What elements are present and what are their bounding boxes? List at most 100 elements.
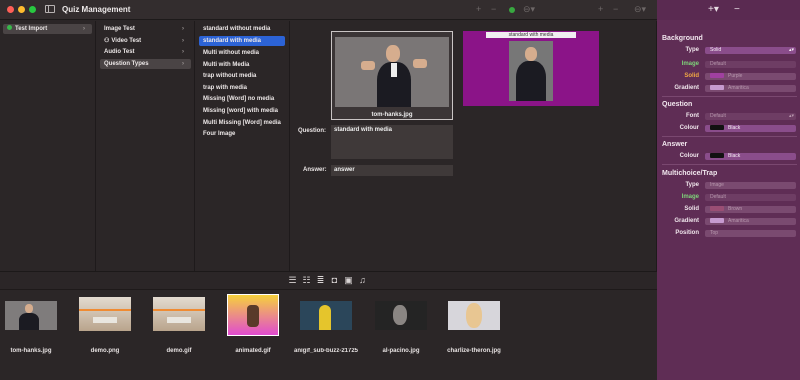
list-icon[interactable]: ☰ [287, 275, 298, 286]
media-caption: animated.gif [235, 348, 271, 354]
q-colour-swatch [710, 125, 724, 131]
media-caption: tom-hanks.jpg [10, 348, 52, 354]
hand-right [413, 59, 427, 68]
list-item-test-import[interactable]: Test Import › [3, 24, 92, 34]
bg-type-select[interactable]: Solid ▴▾ [705, 47, 796, 54]
bg-type-label: Type [685, 47, 699, 53]
video-icon: ⚇ [104, 38, 110, 44]
media-thumbnail-anigif[interactable] [300, 301, 352, 330]
m-gradient-swatch [710, 218, 724, 224]
title-bar: Quiz Management + − ⊖▾ + − ⊖▾ [0, 0, 657, 20]
rendered-question-title: standard with media [486, 32, 576, 38]
media-preview[interactable]: tom-hanks.jpg [331, 31, 453, 120]
chevron-right-icon: › [83, 26, 85, 32]
media-caption: charlize-theron.jpg [447, 348, 501, 354]
bg-image-field[interactable]: Default [705, 61, 796, 68]
stripe [153, 309, 205, 311]
list-item-question[interactable]: trap with media [199, 83, 285, 93]
chevron-right-icon: › [182, 26, 184, 32]
list-item-question[interactable]: Four Image [199, 129, 285, 139]
m-solid-select[interactable]: Brown [705, 206, 796, 213]
face [393, 305, 407, 325]
m-gradient-select[interactable]: Amaritica [705, 218, 796, 225]
window-title: Quiz Management [62, 5, 131, 14]
media-caption: al-pacino.jpg [382, 348, 420, 354]
plus-icon-2[interactable]: + [598, 4, 603, 14]
list-item-question[interactable]: Multi without media [199, 48, 285, 58]
sidebar-toggle-icon[interactable] [45, 5, 55, 13]
close-window-button[interactable] [7, 6, 14, 13]
media-thumbnail-tom-hanks[interactable] [5, 301, 57, 330]
list-item-audio-test[interactable]: Audio Test › [100, 47, 191, 57]
column-test-types: Image Test › ⚇ Video Test › Audio Test › Que… [97, 21, 195, 271]
suit [19, 313, 39, 330]
list-item-question[interactable]: Missing [word] with media [199, 106, 285, 116]
minus-icon[interactable]: − [491, 4, 496, 14]
background-section-title: Background [662, 35, 703, 42]
list-item-question[interactable]: Multi Missing [Word] media [199, 118, 285, 128]
video-camera-icon[interactable]: ▣ [343, 275, 354, 286]
m-type-label: Type [685, 182, 699, 188]
cartoon-figure [247, 305, 259, 327]
add-icon[interactable]: +▾ [708, 4, 719, 15]
headphones-icon[interactable]: ♫ [357, 275, 368, 286]
question-label: Question: [298, 128, 326, 134]
face [466, 303, 482, 328]
list-item-video-test[interactable]: ⚇ Video Test › [100, 36, 191, 46]
laptop [167, 317, 191, 323]
m-image-field[interactable]: Default [705, 194, 796, 201]
remove-icon[interactable]: − [734, 4, 740, 15]
q-colour-select[interactable]: Black [705, 125, 796, 132]
ellipsis-icon-2[interactable]: ⊖▾ [634, 4, 646, 15]
list-item-question[interactable]: Multi with Media [199, 60, 285, 70]
list-item-question-types[interactable]: Question Types › [100, 59, 191, 69]
list-item-question[interactable]: trap without media [199, 71, 285, 81]
checklist-icon[interactable]: ☷ [301, 275, 312, 286]
inspector-toolbar: +▾ − [657, 0, 800, 20]
plus-icon[interactable]: + [476, 4, 481, 14]
question-field[interactable]: standard with media [331, 125, 453, 159]
preview-filename: tom-hanks.jpg [371, 112, 413, 118]
person-figure [377, 45, 411, 107]
m-type-select[interactable]: Image [705, 182, 796, 189]
bg-gradient-select[interactable]: Amaritica [705, 85, 796, 92]
media-caption: anigif_sub-buzz-21725 [293, 348, 358, 354]
numbered-list-icon[interactable]: ≣ [315, 275, 326, 286]
a-colour-label: Colour [679, 153, 699, 159]
m-position-label: Position [675, 230, 699, 236]
bg-image-label: Image [681, 61, 699, 67]
media-thumbnail-al-pacino[interactable] [375, 301, 427, 330]
bg-solid-select[interactable]: Purple [705, 73, 796, 80]
head [386, 45, 400, 62]
list-item-question-selected[interactable]: standard with media [199, 36, 285, 46]
answer-label: Answer: [303, 167, 327, 173]
chevron-right-icon: › [182, 61, 184, 67]
m-solid-swatch [710, 206, 724, 212]
media-thumbnail-demo-png[interactable] [79, 297, 131, 331]
minimize-window-button[interactable] [18, 6, 25, 13]
m-position-select[interactable]: Top [705, 230, 796, 237]
media-caption: demo.png [90, 348, 120, 354]
a-colour-select[interactable]: Black [705, 153, 796, 160]
media-thumbnail-charlize-theron[interactable] [448, 301, 500, 330]
hand-left [361, 61, 375, 70]
shirt [391, 63, 397, 77]
answer-section-title: Answer [662, 141, 688, 148]
list-item-question[interactable]: standard without media [199, 24, 285, 34]
q-font-select[interactable]: Default ▴▾ [705, 113, 796, 120]
maximize-window-button[interactable] [29, 6, 36, 13]
bg-solid-label: Solid [684, 73, 699, 79]
minion-figure [319, 305, 331, 330]
list-item-image-test[interactable]: Image Test › [100, 24, 191, 34]
media-thumbnail-animated-gif[interactable] [227, 294, 279, 336]
ellipsis-icon[interactable]: ⊖▾ [523, 4, 535, 15]
bg-gradient-label: Gradient [674, 85, 699, 91]
answer-field[interactable]: answer [331, 165, 453, 176]
m-solid-label: Solid [684, 206, 699, 212]
minus-icon-2[interactable]: − [613, 4, 618, 14]
list-item-question[interactable]: Missing [Word] no media [199, 94, 285, 104]
divider [662, 164, 797, 165]
camera-icon[interactable]: ◘ [329, 275, 340, 286]
media-thumbnail-demo-gif[interactable] [153, 297, 205, 331]
suit [516, 61, 546, 101]
